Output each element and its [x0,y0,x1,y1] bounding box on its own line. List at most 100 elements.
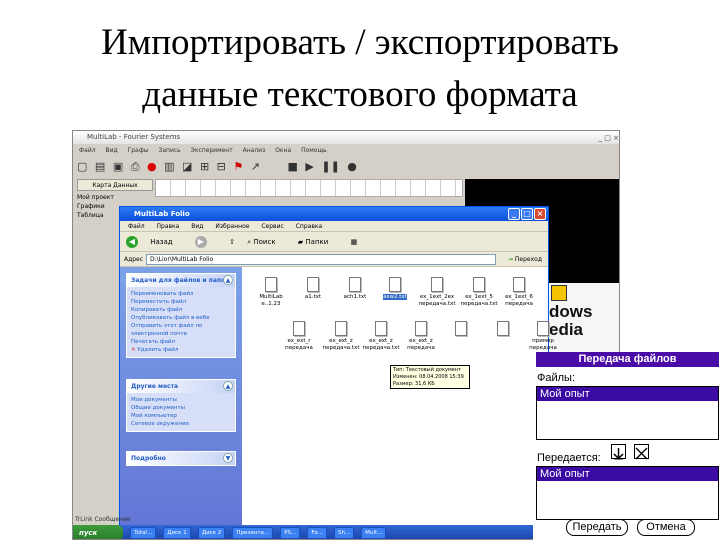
tree-item-project[interactable]: Мой проект [77,193,145,202]
file-item[interactable]: ex_ext_z передача.txt [360,321,402,352]
transferring-label: Передается: [537,452,601,464]
file-item[interactable]: ex_ext_z передача [400,321,442,352]
pause-icon[interactable]: ❚❚ [321,160,339,173]
menu-tools[interactable]: Сервис [261,223,283,230]
data-map-tab[interactable]: Карта Данных [77,179,153,191]
explorer-window: MultiLab Folio _ □ × Файл Правка Вид Изб… [119,206,557,527]
task-print[interactable]: Печатать файл [131,338,231,346]
new-icon[interactable]: ▢ [77,160,87,173]
files-list[interactable]: Мой опыт [536,386,719,440]
place-network[interactable]: Сетевое окружение [131,420,231,428]
task-email[interactable]: Отправить этот файл по электронной почте [131,322,231,338]
send-button[interactable]: Передать [566,519,628,536]
menu-favorites[interactable]: Избранное [215,223,249,230]
up-folder-icon[interactable]: ⇧ [229,238,235,246]
play-icon[interactable]: ▶ [305,160,313,173]
record-icon[interactable]: ● [147,160,157,173]
save-icon[interactable]: ▣ [113,160,123,173]
stop-icon[interactable]: ■ [287,160,297,173]
maximize-button[interactable]: □ [521,208,533,220]
menu-help[interactable]: Справка [296,223,322,230]
file-name: ex_1ext_2ex передача.txt [418,294,456,307]
details-header[interactable]: Подробно ▼ [127,452,235,465]
close-button[interactable]: × [534,208,546,220]
place-shared-documents[interactable]: Общие документы [131,404,231,412]
file-tasks-header[interactable]: Задачи для файлов и папок ▲ [127,274,235,287]
flag-icon[interactable]: ⚑ [233,160,243,173]
ml-menu-help[interactable]: Помощь [301,147,327,154]
taskbar-item[interactable]: Sh... [333,527,355,539]
files-list-item[interactable]: Мой опыт [537,387,718,401]
ml-menu-windows[interactable]: Окна [275,147,291,154]
text-file-icon [415,321,427,336]
file-item[interactable]: ach1.txt [334,277,376,301]
taskbar-item[interactable]: Total... [130,527,157,539]
print-icon[interactable]: ⎙ [131,160,140,173]
back-button[interactable]: ◀ Назад [126,236,183,248]
text-file-icon [349,277,361,292]
chevron-up-icon: ▲ [223,381,233,391]
menu-view[interactable]: Вид [191,223,203,230]
chart-icon[interactable]: ⊟ [217,160,226,173]
taskbar-item[interactable]: Диск 1 [163,527,191,539]
taskbar-item[interactable]: Fo... [307,527,327,539]
file-item[interactable]: a1.txt [292,277,334,301]
file-item[interactable]: ex_1ext_2ex передача.txt [416,277,458,308]
graph-icon[interactable]: ▥ [164,160,174,173]
ml-menu-experiment[interactable]: Эксперимент [191,147,233,154]
menu-edit[interactable]: Правка [157,223,180,230]
place-my-documents[interactable]: Мои документы [131,396,231,404]
transferring-list[interactable]: Мой опыт [536,466,719,520]
file-name: ex_ext_z передача.txt [362,338,400,351]
open-icon[interactable]: ▤ [95,160,105,173]
cancel-x-icon[interactable] [634,444,649,460]
ml-menu-analysis[interactable]: Анализ [243,147,266,154]
address-bar: Адрес D:\Lior\MultiLab Folio → Переход [120,252,548,267]
task-delete[interactable]: ✕ Удалить файл [131,346,231,354]
file-item[interactable] [440,321,482,338]
place-my-computer[interactable]: Мой компьютер [131,412,231,420]
file-item[interactable]: ex_ext_r передача [278,321,320,352]
taskbar-item[interactable]: PS... [280,527,301,539]
ml-menu-file[interactable]: Файл [79,147,96,154]
ml-menu-graphs[interactable]: Графы [128,147,149,154]
forward-button[interactable]: ▶ [194,236,217,248]
task-publish[interactable]: Опубликовать файл в вебе [131,314,231,322]
cursor-icon[interactable]: ↗ [251,160,260,173]
go-button[interactable]: → Переход [508,254,542,265]
minimize-button[interactable]: _ [508,208,520,220]
search-button[interactable]: ⌕ Поиск [247,238,285,246]
taskbar-item[interactable]: Mult... [361,527,387,539]
task-copy[interactable]: Копировать файл [131,306,231,314]
menu-file[interactable]: Файл [128,223,145,230]
multilab-window-controls[interactable]: _ □ × [599,132,619,145]
taskbar-item[interactable]: Диск 2 [197,527,226,539]
file-item[interactable] [482,321,524,338]
file-item[interactable]: ex_ext_z передача.txt [320,321,362,352]
other-places-header[interactable]: Другие места ▲ [127,380,235,393]
task-move[interactable]: Переместить файл [131,298,231,306]
explorer-titlebar: MultiLab Folio _ □ × [120,207,548,221]
start-button[interactable]: пуск [73,525,123,539]
file-item[interactable]: MultiLab e..1.23 [250,277,292,308]
file-item[interactable]: пример передача [522,321,564,352]
views-icon[interactable]: ▦ [351,238,358,246]
file-item[interactable]: asw2.txt [374,277,416,301]
transferring-list-item[interactable]: Мой опыт [537,467,718,481]
slide: Импортировать / экспортировать данные те… [0,0,720,540]
taskbar-item[interactable]: Презента... [232,527,274,539]
graph-icon[interactable]: ◪ [182,160,192,173]
task-rename[interactable]: Переименовать файл [131,290,231,298]
chart-icon[interactable]: ⊞ [200,160,209,173]
cancel-button[interactable]: Отмена [637,519,695,536]
record-stop-icon[interactable]: ● [347,160,357,173]
address-input[interactable]: D:\Lior\MultiLab Folio [146,254,496,265]
ml-menu-record[interactable]: Запись [159,147,181,154]
file-view: MultiLab e..1.23 a1.txt ach1.txt asw2.txt ex… [244,267,557,525]
file-item[interactable]: ex_1ext_5 передача.txt [458,277,500,308]
file-item[interactable]: ex_1ext_6 передача [498,277,540,308]
folders-button[interactable]: ▰ Папки [298,238,339,246]
ml-menu-view[interactable]: Вид [106,147,118,154]
other-places-panel: Другие места ▲ Мои документы Общие докуме… [126,379,236,432]
download-arrow-icon[interactable] [611,444,626,460]
